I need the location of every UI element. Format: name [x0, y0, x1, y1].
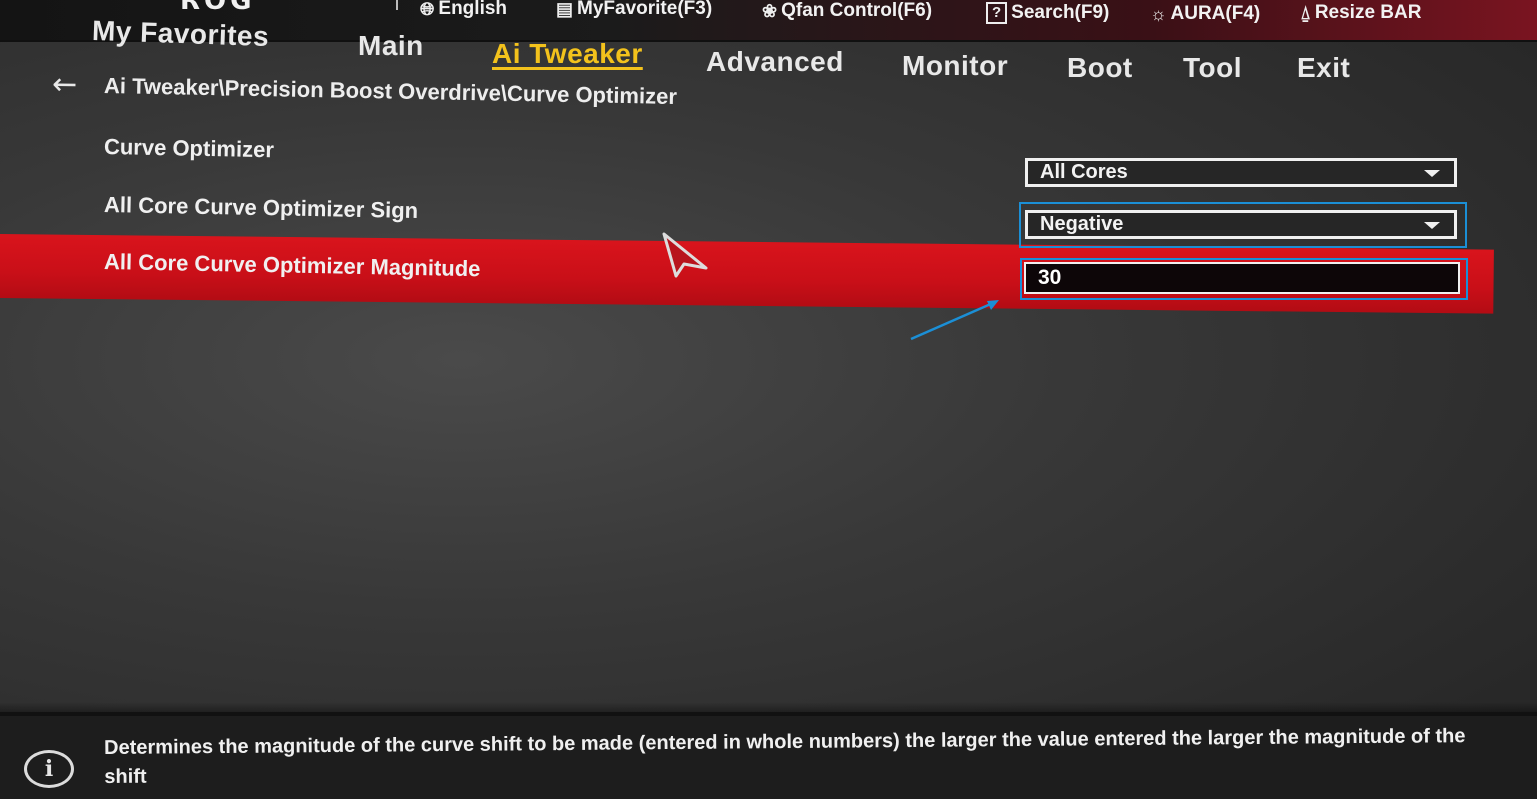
main-tabs: My Favorites Main Ai Tweaker Advanced Mo…	[0, 14, 1537, 83]
tab-tool[interactable]: Tool	[1183, 52, 1242, 84]
info-icon: i	[24, 750, 74, 788]
curve-optimizer-value: All Cores	[1040, 161, 1128, 183]
breadcrumb-path: Ai Tweaker\Precision Boost Overdrive\Cur…	[103, 73, 678, 109]
curve-optimizer-dropdown[interactable]: All Cores	[1025, 158, 1457, 187]
chevron-down-icon	[1424, 170, 1440, 177]
bios-screen: ROG 🌐︎ English ▤ MyFavorite(F3) ❀ Qfan C…	[0, 0, 1537, 799]
tab-my-favorites[interactable]: My Favorites	[91, 15, 270, 53]
help-bar: i Determines the magnitude of the curve …	[0, 702, 1537, 799]
tab-main[interactable]: Main	[358, 30, 424, 62]
magnitude-value: 30	[1038, 266, 1062, 289]
tab-boot[interactable]: Boot	[1067, 52, 1133, 84]
chevron-down-icon	[1424, 222, 1440, 229]
breadcrumb: ← Ai Tweaker\Precision Boost Overdrive\C…	[52, 67, 678, 112]
sign-value: Negative	[1040, 213, 1124, 235]
magnitude-input[interactable]: 30	[1024, 262, 1460, 294]
tab-exit[interactable]: Exit	[1297, 52, 1350, 84]
tab-ai-tweaker[interactable]: Ai Tweaker	[492, 38, 643, 70]
tab-advanced[interactable]: Advanced	[706, 46, 844, 78]
help-description: Determines the magnitude of the curve sh…	[104, 725, 1466, 788]
setting-sign-label[interactable]: All Core Curve Optimizer Sign	[104, 192, 419, 224]
tab-monitor[interactable]: Monitor	[902, 50, 1008, 82]
setting-curve-optimizer-label[interactable]: Curve Optimizer	[104, 134, 274, 163]
annotation-arrow-icon	[910, 300, 999, 341]
top-divider	[396, 0, 398, 10]
sign-dropdown[interactable]: Negative	[1025, 210, 1457, 239]
mouse-cursor-icon	[662, 232, 708, 278]
back-arrow-icon[interactable]: ←	[52, 67, 87, 102]
